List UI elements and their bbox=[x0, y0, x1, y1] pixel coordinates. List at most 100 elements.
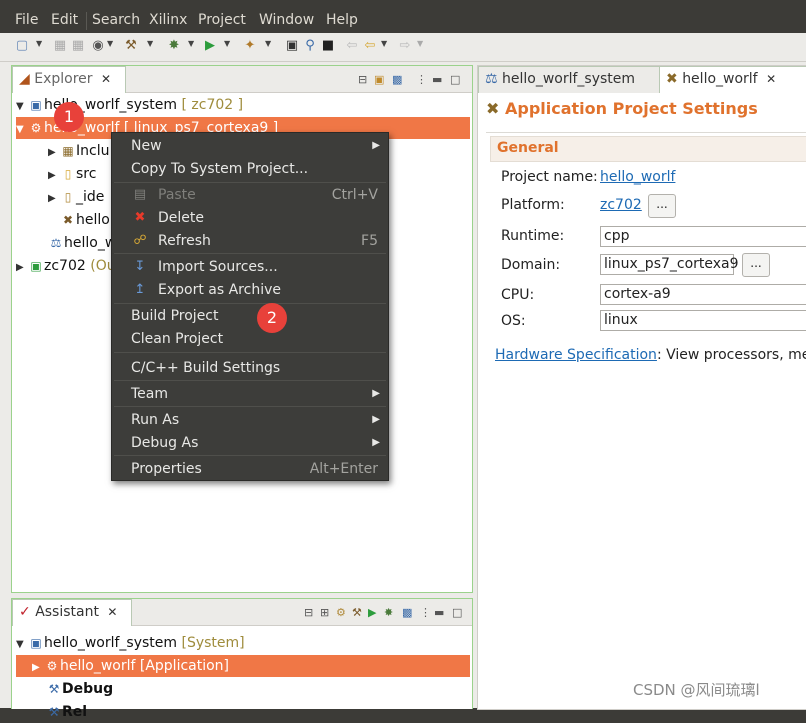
expanded-icon[interactable]: ▼ bbox=[16, 119, 28, 141]
menu-item-build-project[interactable]: Build Project bbox=[112, 305, 388, 327]
tree-item-includes[interactable]: ▶ ▦ Inclu bbox=[48, 140, 109, 162]
context-menu: New ▶ Copy To System Project... ▤ Paste Ctr… bbox=[111, 132, 389, 481]
platform-link[interactable]: zc702 bbox=[600, 197, 642, 213]
save-all-icon[interactable]: ▦ bbox=[70, 38, 86, 54]
menu-separator bbox=[114, 253, 386, 254]
tab-explorer[interactable]: ◢ Explorer ✕ bbox=[12, 66, 126, 93]
menu-item-import-sources[interactable]: ↧ Import Sources... bbox=[112, 256, 388, 278]
submenu-arrow-icon: ▶ bbox=[372, 388, 380, 399]
expand-all-icon[interactable]: ⊞ bbox=[320, 606, 329, 619]
menu-item-team[interactable]: Team ▶ bbox=[112, 383, 388, 405]
menu-label: Copy To System Project... bbox=[131, 161, 309, 177]
run-icon[interactable]: ▶ bbox=[202, 38, 218, 54]
filter-icon[interactable]: ▩ bbox=[392, 73, 402, 86]
menu-item-properties[interactable]: Properties Alt+Enter bbox=[112, 458, 388, 480]
tree-item-platform[interactable]: ▶ ▣ zc702 (Ou bbox=[16, 255, 116, 277]
menu-item-delete[interactable]: ✖ Delete bbox=[112, 207, 388, 229]
close-icon[interactable]: ✕ bbox=[107, 605, 117, 619]
menu-project[interactable]: Project bbox=[198, 12, 246, 28]
menu-item-export-archive[interactable]: ↥ Export as Archive bbox=[112, 279, 388, 301]
link-editor-icon[interactable]: ▣ bbox=[374, 73, 384, 86]
menu-edit[interactable]: Edit bbox=[51, 12, 78, 28]
submenu-arrow-icon: ▶ bbox=[372, 437, 380, 448]
platform-icon: ▣ bbox=[30, 259, 42, 273]
back-disabled-icon[interactable]: ⇦ bbox=[344, 38, 360, 54]
assistant-item-release[interactable]: ⚒ Rel bbox=[46, 701, 87, 723]
hardware-spec-link[interactable]: Hardware Specification bbox=[495, 347, 657, 363]
tab-assistant[interactable]: ✓ Assistant ✕ bbox=[12, 599, 132, 626]
menu-item-debug-as[interactable]: Debug As ▶ bbox=[112, 432, 388, 454]
cpu-field[interactable]: cortex-a9 bbox=[600, 284, 806, 305]
menu-item-new[interactable]: New ▶ bbox=[112, 135, 388, 157]
tree-label: Debug bbox=[62, 681, 114, 697]
tree-item-sprj[interactable]: ⚖ hello_w bbox=[48, 232, 117, 254]
new-icon[interactable]: ▢ bbox=[14, 38, 30, 54]
collapse-all-icon[interactable]: ⊟ bbox=[358, 73, 367, 86]
runtime-field[interactable]: cpp bbox=[600, 226, 806, 247]
tree-item-system[interactable]: ▼ ▣ hello_worlf_system [ zc702 ] bbox=[16, 94, 243, 116]
expanded-icon[interactable]: ▼ bbox=[16, 96, 28, 118]
menu-item-copy-to-system[interactable]: Copy To System Project... bbox=[112, 158, 388, 180]
watermark: CSDN @风间琉璃l bbox=[633, 681, 760, 699]
menu-item-paste[interactable]: ▤ Paste Ctrl+V bbox=[112, 184, 388, 206]
tab-system[interactable]: ⚖ hello_worlf_system bbox=[478, 66, 660, 93]
menu-item-run-as[interactable]: Run As ▶ bbox=[112, 409, 388, 431]
menu-window[interactable]: Window bbox=[259, 12, 314, 28]
menu-file[interactable]: File bbox=[15, 12, 38, 28]
tool-icon[interactable]: ✦ bbox=[242, 38, 258, 54]
view-menu-icon[interactable]: ⋮ bbox=[420, 606, 431, 619]
menu-shortcut: Ctrl+V bbox=[331, 187, 378, 203]
menu-search[interactable]: Search bbox=[92, 12, 140, 28]
collapsed-icon[interactable]: ▶ bbox=[48, 165, 60, 187]
domain-browse-button[interactable]: ... bbox=[742, 253, 770, 277]
menu-item-build-settings[interactable]: C/C++ Build Settings bbox=[112, 357, 388, 379]
tab-app[interactable]: ✖ hello_worlf ✕ bbox=[659, 66, 806, 93]
run-icon[interactable]: ▶ bbox=[368, 606, 376, 619]
menu-item-clean-project[interactable]: Clean Project bbox=[112, 328, 388, 350]
search-icon[interactable]: ⚲ bbox=[302, 38, 318, 54]
forward-icon[interactable]: ⇨ bbox=[397, 38, 413, 54]
tree-item-prj[interactable]: ✖ hello bbox=[60, 209, 110, 231]
view-menu-icon[interactable]: ⋮ bbox=[416, 73, 427, 86]
collapsed-icon[interactable]: ▶ bbox=[32, 657, 44, 679]
build-config-icon: ⚒ bbox=[48, 705, 60, 719]
assistant-item-debug[interactable]: ⚒ Debug bbox=[46, 678, 114, 700]
collapsed-icon[interactable]: ▶ bbox=[48, 188, 60, 210]
close-icon[interactable]: ✕ bbox=[101, 72, 111, 86]
build-hammer-icon[interactable]: ⚒ bbox=[352, 606, 362, 619]
menu-help[interactable]: Help bbox=[326, 12, 358, 28]
program-icon[interactable]: ▩ bbox=[402, 606, 412, 619]
console-icon[interactable]: ■ bbox=[320, 38, 336, 54]
tree-item-ide[interactable]: ▶ ▯ _ide bbox=[48, 186, 104, 208]
collapse-all-icon[interactable]: ⊟ bbox=[304, 606, 313, 619]
close-icon[interactable]: ✕ bbox=[766, 72, 776, 86]
build-hammer-icon[interactable]: ⚒ bbox=[123, 38, 139, 54]
minimize-icon[interactable]: ▬ bbox=[432, 73, 442, 86]
back-icon[interactable]: ⇦ bbox=[362, 38, 378, 54]
expanded-icon[interactable]: ▼ bbox=[16, 634, 28, 656]
debug-icon[interactable]: ✸ bbox=[166, 38, 182, 54]
settings-gear-icon[interactable]: ⚙ bbox=[336, 606, 346, 619]
project-name-link[interactable]: hello_worlf bbox=[600, 169, 675, 185]
os-field[interactable]: linux bbox=[600, 310, 806, 331]
menu-label: Debug As bbox=[131, 435, 199, 451]
includes-icon: ▦ bbox=[62, 144, 74, 158]
debug-icon[interactable]: ✸ bbox=[384, 606, 393, 619]
menu-item-refresh[interactable]: ☍ Refresh F5 bbox=[112, 230, 388, 252]
save-icon[interactable]: ▦ bbox=[52, 38, 68, 54]
assistant-item-system[interactable]: ▼ ▣ hello_worlf_system [System] bbox=[16, 632, 245, 654]
maximize-icon[interactable]: □ bbox=[450, 73, 460, 86]
minimize-icon[interactable]: ▬ bbox=[434, 606, 444, 619]
collapsed-icon[interactable]: ▶ bbox=[48, 142, 60, 164]
domain-field[interactable]: linux_ps7_cortexa9 bbox=[600, 254, 739, 275]
section-title: General bbox=[497, 140, 559, 156]
maximize-icon[interactable]: □ bbox=[452, 606, 462, 619]
platform-browse-button[interactable]: ... bbox=[648, 194, 676, 218]
menu-xilinx[interactable]: Xilinx bbox=[149, 12, 187, 28]
collapsed-icon[interactable]: ▶ bbox=[16, 257, 28, 279]
app-project-icon: ⚙ bbox=[46, 659, 58, 673]
terminal-icon[interactable]: ▣ bbox=[284, 38, 300, 54]
target-icon[interactable]: ◉ bbox=[90, 38, 106, 54]
assistant-item-app-selected[interactable]: ▶ ⚙ hello_worlf [Application] bbox=[16, 655, 470, 677]
tree-item-src[interactable]: ▶ ▯ src bbox=[48, 163, 96, 185]
